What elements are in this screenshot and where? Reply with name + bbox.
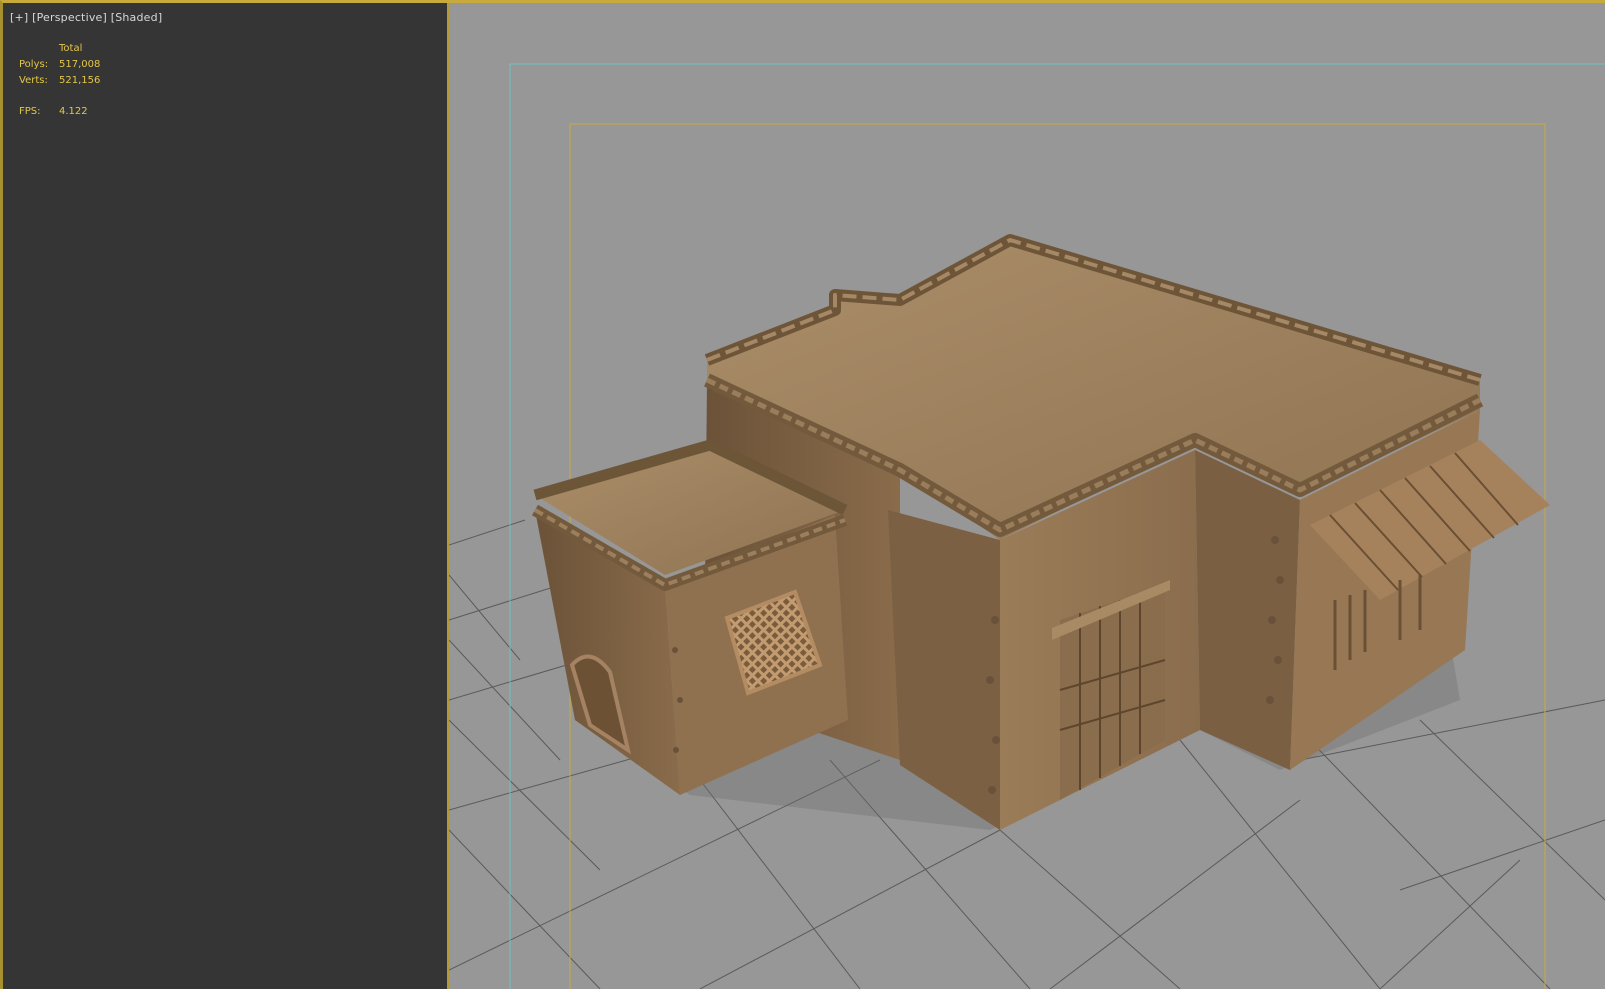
polys-value: 517,008 [59,59,101,70]
viewport-general-menu[interactable]: [+] [10,11,28,24]
viewport-label-menu[interactable]: [+] [Perspective] [Shaded] [10,11,162,24]
viewport-scene [449,63,1605,989]
mud-brick-house-model [532,234,1550,830]
viewport-overlay-panel: [+] [Perspective] [Shaded] Total Polys: … [3,3,448,989]
viewport-point-of-view-menu[interactable]: [Perspective] [32,11,107,24]
viewport-shading-menu[interactable]: [Shaded] [111,11,163,24]
stats-header: Total [59,43,83,54]
fps-label: FPS: [19,106,41,117]
fps-value: 4.122 [59,106,88,117]
statistics-overlay: Total Polys: 517,008 Verts: 521,156 FPS:… [19,41,100,120]
verts-value: 521,156 [59,75,101,86]
polys-label: Polys: [19,59,49,70]
perspective-viewport[interactable] [449,3,1605,989]
verts-label: Verts: [19,75,48,86]
